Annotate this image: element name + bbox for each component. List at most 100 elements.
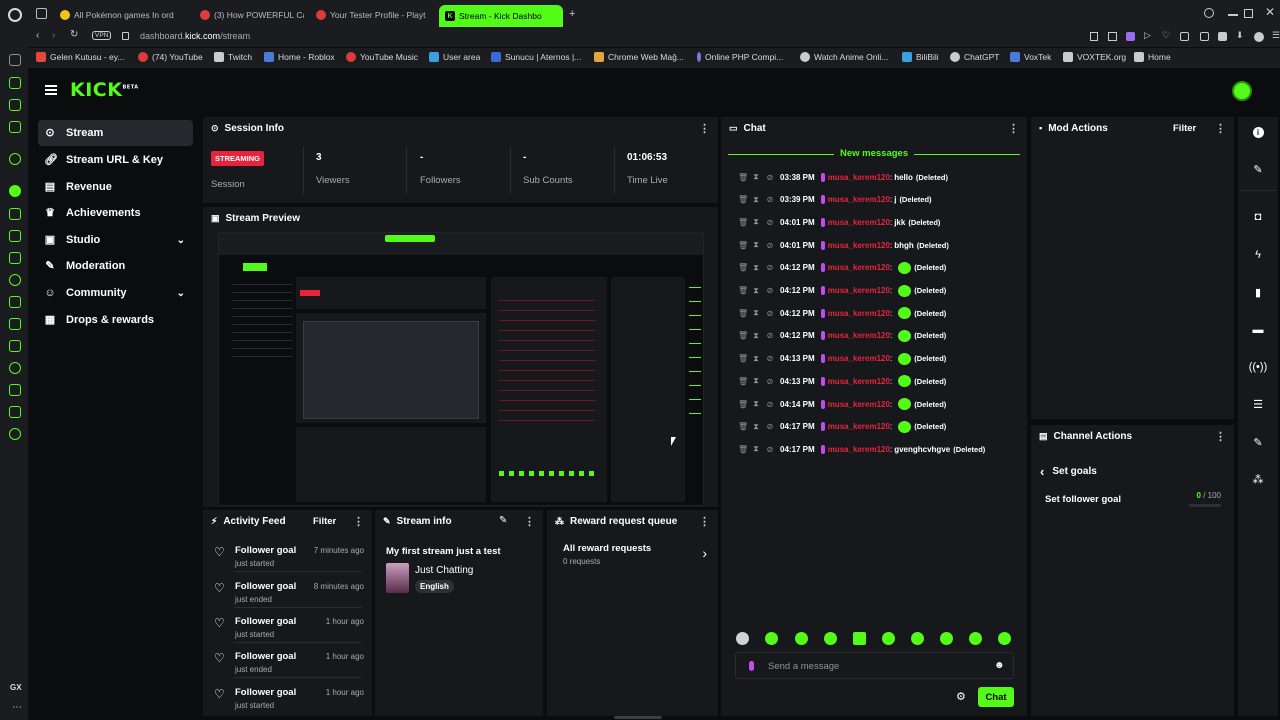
nav-stream[interactable]: ⊙ Stream	[38, 120, 193, 146]
chat-username[interactable]: musa_kerem120	[828, 377, 890, 386]
history-icon[interactable]	[9, 362, 21, 374]
delete-icon[interactable]: 🗑︎	[738, 331, 748, 340]
chat-username[interactable]: musa_kerem120	[828, 286, 890, 295]
delete-icon[interactable]: 🗑︎	[738, 173, 748, 182]
delete-icon[interactable]: 🗑︎	[738, 309, 748, 318]
emote-button[interactable]	[998, 632, 1011, 645]
emoji-icon[interactable]: ☻	[994, 660, 1005, 671]
timeout-icon[interactable]: ⧗	[752, 195, 760, 205]
edit-layout-icon[interactable]: ✎	[1240, 158, 1276, 180]
chevron-down-icon[interactable]: ⌄	[177, 288, 185, 299]
more-options-icon[interactable]: ⋮	[353, 515, 364, 528]
nav-stream-url-key[interactable]: 🔗︎ Stream URL & Key	[38, 147, 193, 173]
timeout-icon[interactable]: ⧗	[752, 331, 760, 341]
close-window-icon[interactable]: ✕	[1265, 5, 1275, 19]
chat-username[interactable]: musa_kerem120	[828, 218, 890, 227]
ban-icon[interactable]: ⊘	[766, 195, 774, 204]
emote-button[interactable]	[795, 632, 808, 645]
bookmark-voxtek-org[interactable]: VOXTEK.org	[1063, 52, 1126, 62]
more-icon[interactable]: ⋯	[12, 702, 22, 713]
activity-filter-button[interactable]: Filter	[313, 516, 336, 527]
edit-icon[interactable]: ✎	[499, 515, 507, 526]
delete-icon[interactable]: 🗑︎	[738, 354, 748, 363]
heart-icon[interactable]	[9, 274, 21, 286]
opera-logo-icon[interactable]	[8, 8, 22, 22]
tabs-icon[interactable]	[9, 340, 21, 352]
timeout-icon[interactable]: ⧗	[752, 376, 760, 386]
camera-icon[interactable]: ◘	[1240, 206, 1276, 228]
pin-icon[interactable]	[9, 318, 21, 330]
chat-message[interactable]: 🗑︎ ⧗ ⊘ 03:38 PM musa_kerem120: hello (Deleted)	[738, 170, 948, 184]
more-options-icon[interactable]: ⋮	[524, 515, 535, 528]
tab-tester-profile[interactable]: Your Tester Profile - Playt	[310, 4, 438, 26]
category-name[interactable]: Just Chatting	[415, 565, 473, 576]
download-icon[interactable]: ⬇	[1236, 30, 1244, 41]
workspace-icon[interactable]	[36, 8, 47, 19]
more-options-icon[interactable]: ⋮	[1215, 122, 1226, 135]
stream-preview-video[interactable]	[218, 232, 704, 506]
bookmark-chrome-store[interactable]: Chrome Web Mağ...	[594, 52, 684, 62]
broadcast-signal-icon[interactable]: ((•))	[1240, 356, 1276, 378]
new-tab-button[interactable]: +	[569, 8, 575, 20]
chat-username[interactable]: musa_kerem120	[828, 173, 890, 182]
extension-icon[interactable]	[1218, 32, 1227, 41]
timeout-icon[interactable]: ⧗	[752, 422, 760, 432]
emote-button[interactable]	[765, 632, 778, 645]
chat-message[interactable]: 🗑︎ ⧗ ⊘ 04:14 PM musa_kerem120: (Deleted)	[738, 397, 946, 411]
url-field[interactable]: dashboard.kick.com/stream	[140, 31, 250, 41]
search-tabs-icon[interactable]	[1204, 8, 1214, 18]
chat-message[interactable]: 🗑︎ ⧗ ⊘ 03:39 PM musa_kerem120: j (Deleted)	[738, 193, 932, 207]
timeout-icon[interactable]: ⧗	[752, 354, 760, 364]
message-icon[interactable]: ▬	[1240, 319, 1276, 341]
profile-icon[interactable]	[1254, 32, 1264, 42]
whatsapp-icon[interactable]	[9, 99, 21, 111]
ban-icon[interactable]: ⊘	[766, 309, 774, 318]
ban-icon[interactable]: ⊘	[766, 445, 774, 454]
more-options-icon[interactable]: ⋮	[1215, 430, 1226, 443]
ban-icon[interactable]: ⊘	[766, 173, 774, 182]
chat-message[interactable]: 🗑︎ ⧗ ⊘ 04:12 PM musa_kerem120: (Deleted)	[738, 261, 946, 275]
delete-icon[interactable]: 🗑︎	[738, 286, 748, 295]
user-avatar[interactable]	[1232, 81, 1252, 101]
player-icon[interactable]: ▷	[1144, 30, 1151, 41]
speed-dial-icon[interactable]	[9, 54, 21, 66]
ban-icon[interactable]: ⊘	[766, 354, 774, 363]
bookmark-gmail[interactable]: Gelen Kutusu - ey...	[36, 52, 125, 62]
timeout-icon[interactable]: ⧗	[752, 263, 760, 273]
vpn-badge[interactable]: VPN	[92, 31, 112, 40]
chat-settings-icon[interactable]: ⚙	[956, 690, 966, 703]
nav-community[interactable]: ☺ Community ⌄	[38, 280, 193, 306]
gx-icon[interactable]: GX	[10, 683, 22, 692]
tab-kick-dashboard[interactable]: K Stream - Kick Dashbo	[439, 5, 563, 27]
translate-icon[interactable]	[9, 121, 21, 133]
emote-button[interactable]	[824, 632, 837, 645]
chat-username[interactable]: musa_kerem120	[828, 422, 890, 431]
timeout-icon[interactable]: ⧗	[752, 444, 760, 454]
set-follower-goal-item[interactable]: Set follower goal 0 / 100	[1045, 491, 1221, 511]
chat-message[interactable]: 🗑︎ ⧗ ⊘ 04:17 PM musa_kerem120: gvenghcvhgve (D…	[738, 442, 985, 456]
emote-button[interactable]	[969, 632, 982, 645]
more-options-icon[interactable]: ⋮	[699, 122, 710, 135]
bookmark-php[interactable]: Online PHP Compi...	[697, 52, 783, 62]
heart-ext-icon[interactable]: ♡	[1162, 30, 1170, 41]
all-reward-requests-link[interactable]: All reward requests 0 requests ›	[563, 543, 711, 571]
chat-username[interactable]: musa_kerem120	[828, 309, 890, 318]
bookmark-anime[interactable]: Watch Anime Onli...	[800, 52, 888, 62]
delete-icon[interactable]: 🗑︎	[738, 195, 748, 204]
chat-message[interactable]: 🗑︎ ⧗ ⊘ 04:12 PM musa_kerem120: (Deleted)	[738, 284, 946, 298]
chat-username[interactable]: musa_kerem120	[828, 445, 890, 454]
timeout-icon[interactable]: ⧗	[752, 217, 760, 227]
emote-button[interactable]	[940, 632, 953, 645]
chat-username[interactable]: musa_kerem120	[828, 331, 890, 340]
nav-revenue[interactable]: ▤ Revenue	[38, 174, 193, 200]
restore-icon[interactable]	[1244, 9, 1253, 18]
bookmark-bilibili[interactable]: BiliBili	[902, 52, 939, 62]
music-icon[interactable]	[9, 185, 21, 197]
info-icon[interactable]: i	[1240, 121, 1276, 143]
more-options-icon[interactable]: ⋮	[699, 515, 710, 528]
timeout-icon[interactable]: ⧗	[752, 308, 760, 318]
nav-drops-rewards[interactable]: ▦ Drops & rewards	[38, 307, 193, 333]
discord-icon[interactable]	[9, 153, 21, 165]
back-icon[interactable]: ‹	[36, 30, 39, 41]
nav-studio[interactable]: ▣ Studio ⌄	[38, 227, 193, 253]
